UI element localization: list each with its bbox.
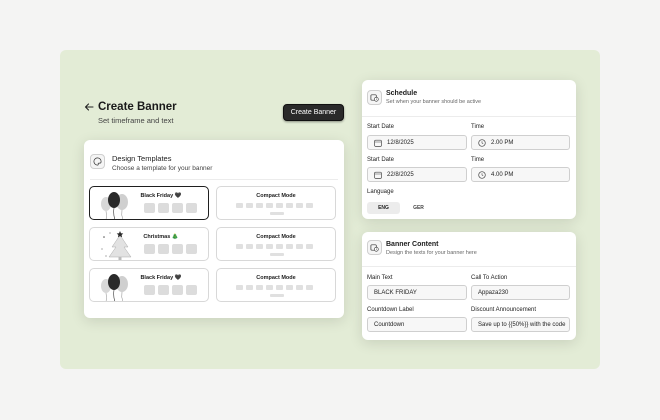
template-preview-blocks — [236, 203, 313, 208]
time-value: 4.00 PM — [491, 171, 514, 178]
cta-label: Call To Action — [471, 275, 508, 281]
banner-content-subtitle: Design the texts for your banner here — [386, 250, 477, 256]
language-label: Language — [367, 189, 394, 195]
start-date-value: 22/8/2025 — [387, 171, 414, 178]
time-value: 2.00 PM — [491, 139, 514, 146]
palette-icon — [90, 154, 105, 169]
calendar-icon — [374, 139, 382, 147]
schedule-card: Schedule Set when your banner should be … — [362, 80, 576, 219]
main-text-input[interactable]: BLACK FRIDAY — [367, 285, 467, 300]
template-label: Christmas 🎄 — [143, 234, 179, 240]
discount-label: Discount Announcement — [471, 307, 537, 313]
template-preview-blocks — [236, 244, 313, 249]
template-preview-blocks — [236, 285, 313, 290]
template-label: Compact Mode — [256, 234, 296, 240]
clock-icon — [478, 138, 486, 147]
template-tile-christmas[interactable]: Christmas 🎄 — [89, 227, 209, 261]
divider — [90, 179, 338, 180]
template-label: Black Friday 🖤 — [140, 275, 182, 281]
template-preview-blocks — [144, 244, 197, 254]
start-date-value: 12/8/2025 — [387, 139, 414, 146]
start-date-label: Start Date — [367, 157, 395, 163]
page-title: Create Banner — [98, 101, 177, 113]
start-date-field[interactable]: 12/8/2025 — [367, 135, 467, 150]
template-label: Compact Mode — [256, 193, 296, 199]
template-tile-compact-mode[interactable]: Compact Mode — [216, 186, 336, 220]
discount-input[interactable]: Save up to {{50%}} with the code — [471, 317, 570, 332]
divider — [362, 266, 576, 267]
start-date-label: Start Date — [367, 124, 395, 130]
time-field[interactable]: 2.00 PM — [471, 135, 570, 150]
calendar-icon — [374, 171, 382, 179]
cta-input[interactable]: Appaza230 — [471, 285, 570, 300]
page-subtitle: Set timeframe and text — [98, 116, 174, 125]
language-option-ger[interactable]: GER — [402, 202, 435, 214]
language-option-eng[interactable]: ENG — [367, 202, 400, 214]
countdown-input[interactable]: Countdown — [367, 317, 467, 332]
time-label: Time — [471, 124, 485, 130]
time-field[interactable]: 4.00 PM — [471, 167, 570, 182]
template-tile-black-friday[interactable]: Black Friday 🖤 — [89, 186, 209, 220]
template-label: Compact Mode — [256, 275, 296, 281]
divider — [362, 116, 576, 117]
template-tile-black-friday[interactable]: Black Friday 🖤 — [89, 268, 209, 302]
schedule-subtitle: Set when your banner should be active — [386, 99, 482, 105]
clock-icon — [478, 170, 486, 179]
template-label: Black Friday 🖤 — [140, 193, 182, 199]
templates-title: Design Templates — [112, 154, 172, 163]
start-date-field[interactable]: 22/8/2025 — [367, 167, 467, 182]
template-preview-blocks — [144, 285, 197, 295]
banner-content-card: Banner Content Design the texts for your… — [362, 232, 576, 340]
create-banner-button[interactable]: Create Banner — [283, 104, 344, 121]
template-tile-compact-mode[interactable]: Compact Mode — [216, 227, 336, 261]
main-text-label: Main Text — [367, 275, 393, 281]
image-text-icon — [367, 240, 382, 255]
template-tile-compact-mode[interactable]: Compact Mode — [216, 268, 336, 302]
calendar-clock-icon — [367, 90, 382, 105]
templates-subtitle: Choose a template for your banner — [112, 165, 213, 172]
template-preview-blocks — [144, 203, 197, 213]
countdown-label: Countdown Label — [367, 307, 414, 313]
back-arrow-icon[interactable] — [84, 102, 94, 112]
design-templates-card: Design Templates Choose a template for y… — [84, 140, 344, 318]
time-label: Time — [471, 157, 485, 163]
banner-content-title: Banner Content — [386, 241, 439, 248]
schedule-title: Schedule — [386, 90, 418, 97]
